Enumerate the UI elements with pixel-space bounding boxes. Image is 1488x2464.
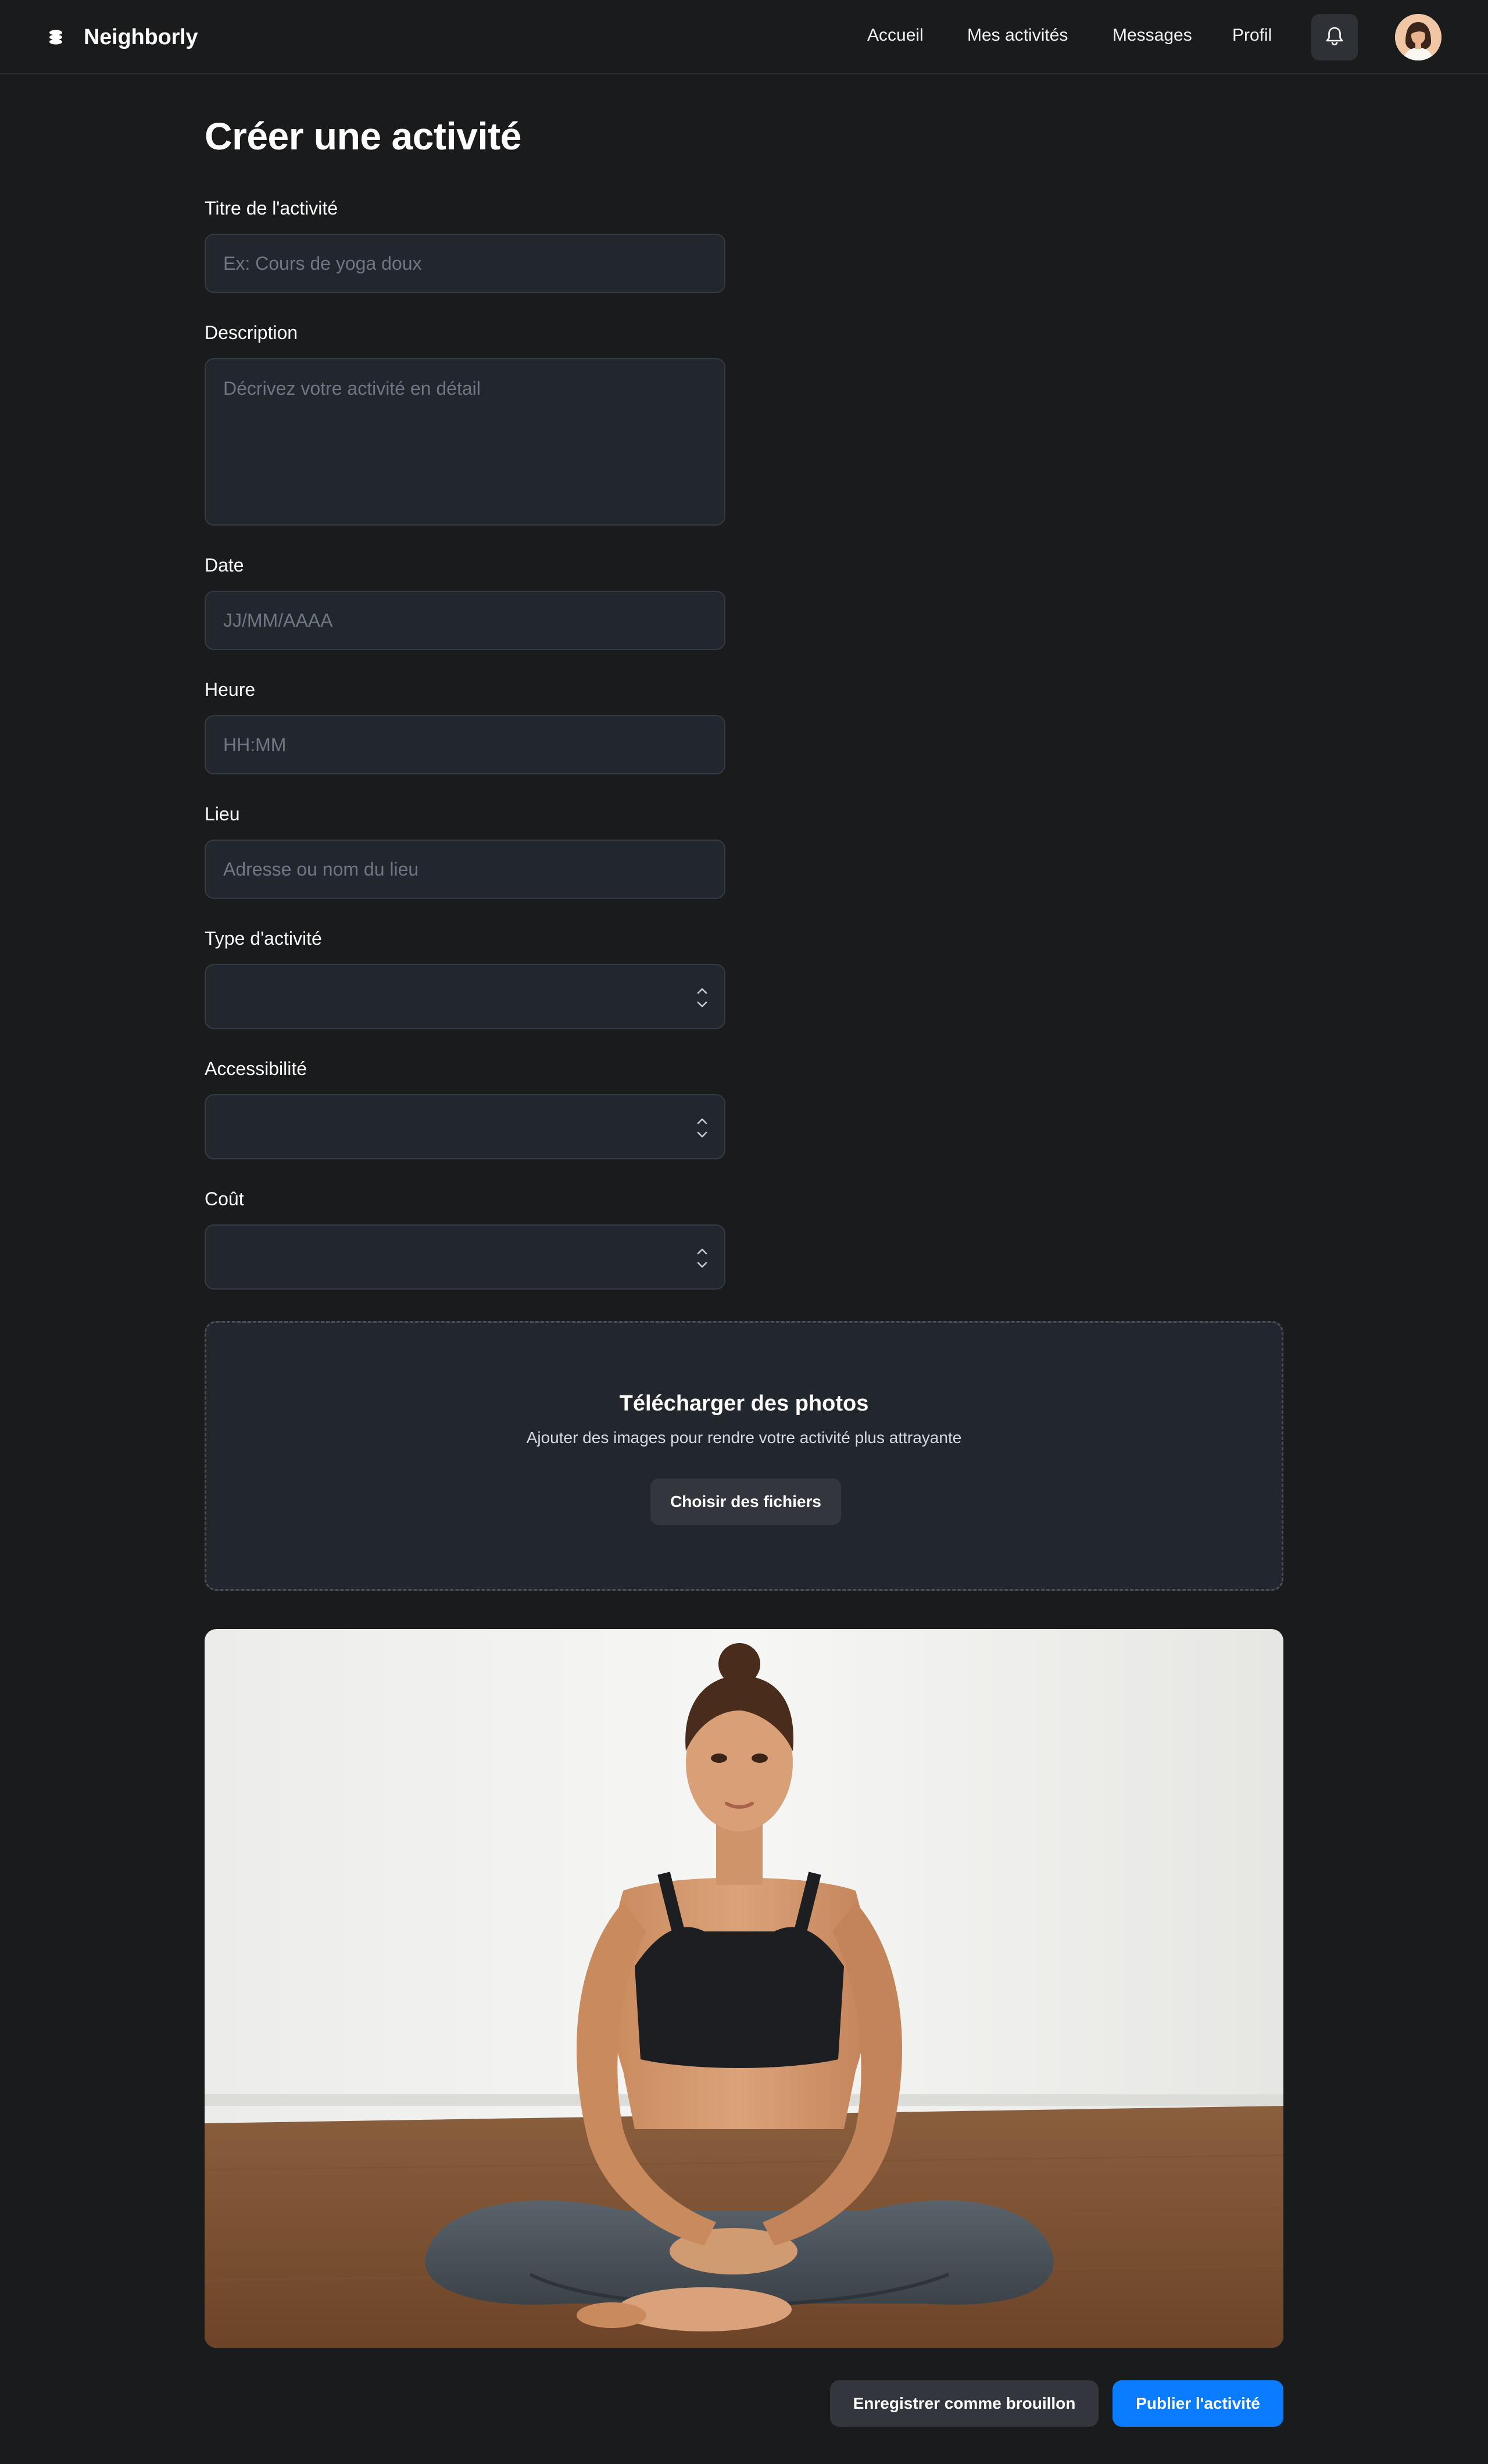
location-input[interactable]	[205, 840, 725, 899]
description-textarea[interactable]	[205, 358, 725, 526]
brand[interactable]: Neighborly	[45, 23, 198, 51]
date-label: Date	[205, 555, 244, 576]
cost-select[interactable]	[205, 1224, 725, 1290]
time-label: Heure	[205, 679, 256, 700]
time-input[interactable]	[205, 715, 725, 774]
chevron-up-down-icon	[695, 1244, 709, 1272]
choose-files-button[interactable]: Choisir des fichiers	[650, 1479, 841, 1525]
activity-type-select[interactable]	[205, 964, 725, 1029]
save-draft-button[interactable]: Enregistrer comme brouillon	[830, 2380, 1099, 2427]
bell-icon	[1325, 26, 1344, 49]
activity-title-input[interactable]	[205, 234, 725, 293]
nav-link-mes-activites[interactable]: Mes activités	[967, 26, 1068, 45]
publish-activity-button[interactable]: Publier l'activité	[1113, 2380, 1283, 2427]
chevron-up-down-icon	[695, 984, 709, 1012]
activity-photo-preview	[205, 1629, 1283, 2348]
user-avatar[interactable]	[1395, 14, 1442, 60]
photo-upload-dropzone[interactable]: Télécharger des photos Ajouter des image…	[205, 1321, 1283, 1591]
upload-subtitle: Ajouter des images pour rendre votre act…	[526, 1429, 962, 1447]
nav-link-accueil[interactable]: Accueil	[867, 26, 924, 45]
nav-link-profil[interactable]: Profil	[1232, 26, 1272, 45]
nav-link-messages[interactable]: Messages	[1113, 26, 1192, 45]
stack-icon	[45, 27, 66, 48]
activity-title-label: Titre de l'activité	[205, 198, 338, 219]
cost-label: Coût	[205, 1188, 244, 1209]
upload-title: Télécharger des photos	[619, 1391, 869, 1416]
accessibility-select[interactable]	[205, 1094, 725, 1159]
chevron-up-down-icon	[695, 1114, 709, 1142]
accessibility-label: Accessibilité	[205, 1058, 307, 1079]
description-label: Description	[205, 322, 298, 343]
date-input[interactable]	[205, 591, 725, 650]
activity-type-label: Type d'activité	[205, 928, 322, 949]
page-title: Créer une activité	[205, 115, 521, 158]
location-label: Lieu	[205, 804, 240, 824]
app-name: Neighborly	[84, 24, 198, 49]
notifications-button[interactable]	[1311, 14, 1358, 60]
top-navigation-bar: Neighborly Accueil Mes activités Message…	[0, 0, 1488, 74]
